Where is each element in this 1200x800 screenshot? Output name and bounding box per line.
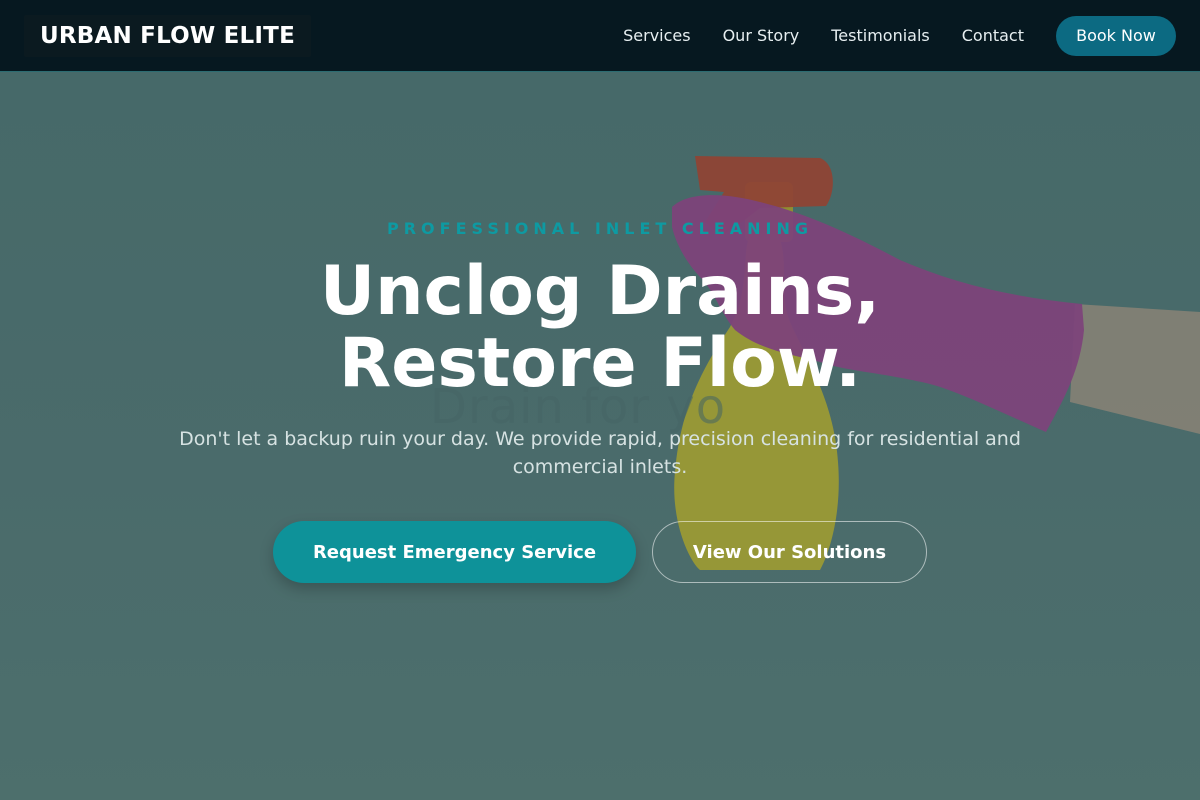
- hero-cta-row: Request Emergency Service View Our Solut…: [0, 521, 1200, 583]
- headline-line-1: Unclog Drains,: [319, 252, 881, 331]
- nav-our-story[interactable]: Our Story: [723, 26, 800, 45]
- hero-headline: Unclog Drains, Restore Flow.: [0, 256, 1200, 400]
- nav-services[interactable]: Services: [623, 26, 690, 45]
- view-solutions-button[interactable]: View Our Solutions: [652, 521, 927, 583]
- request-emergency-service-button[interactable]: Request Emergency Service: [273, 521, 636, 583]
- hero-subtext: Don't let a backup ruin your day. We pro…: [179, 428, 1021, 478]
- nav-contact[interactable]: Contact: [962, 26, 1024, 45]
- site-header: URBAN FLOW ELITE Services Our Story Test…: [0, 0, 1200, 72]
- headline-line-2: Restore Flow.: [338, 324, 862, 403]
- nav-testimonials[interactable]: Testimonials: [831, 26, 930, 45]
- hero-eyebrow: PROFESSIONAL INLET CLEANING: [387, 219, 813, 238]
- main-nav: Services Our Story Testimonials Contact …: [623, 15, 1176, 56]
- hero-section: Drain for yo PROFESSIONAL INLET CLEANING…: [0, 72, 1200, 800]
- hero-content: Drain for yo PROFESSIONAL INLET CLEANING…: [0, 72, 1200, 800]
- book-now-button[interactable]: Book Now: [1056, 15, 1176, 56]
- brand-logo[interactable]: URBAN FLOW ELITE: [24, 14, 311, 57]
